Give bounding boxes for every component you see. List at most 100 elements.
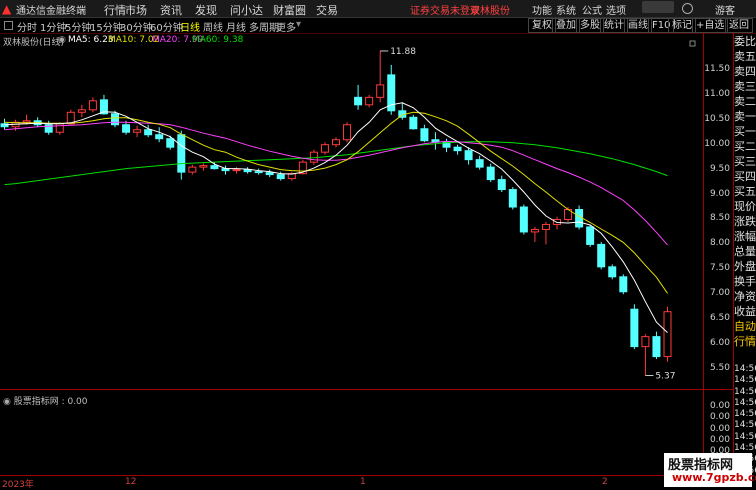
price-tick: 6.50	[709, 313, 730, 324]
candle-body	[199, 165, 208, 168]
candle-body	[88, 100, 97, 111]
candle-body	[122, 124, 131, 133]
kline-chart[interactable]: 11.88 5.37	[0, 0, 756, 487]
quote-panel-label: 卖二	[734, 95, 756, 108]
price-tick: 11.00	[704, 88, 730, 99]
candle-body	[630, 308, 639, 348]
candle-body	[641, 336, 650, 348]
indicator-tick: 0.00	[709, 401, 730, 411]
price-tick: 8.00	[709, 238, 730, 249]
candle-body	[497, 179, 506, 191]
candle-body	[608, 266, 617, 278]
quote-panel-label: 涨跌	[734, 215, 756, 228]
x-tick-2023: 2023年	[2, 480, 34, 490]
ma60-line	[4, 141, 668, 186]
candle-body	[541, 223, 550, 230]
candle-body	[376, 84, 385, 98]
quote-panel-label: 行情	[734, 335, 756, 348]
candle-body	[663, 311, 672, 358]
candle-body	[254, 171, 263, 174]
candle-body	[409, 116, 418, 130]
quote-panel-label: 卖四	[734, 65, 756, 78]
candle-body	[354, 96, 363, 106]
price-tick: 10.50	[704, 113, 730, 124]
price-tick: 9.00	[709, 188, 730, 199]
quote-panel-label: 现价	[734, 200, 756, 213]
candle-body	[22, 120, 31, 123]
x-tick-1: 1	[360, 477, 366, 487]
candle-body	[486, 166, 495, 181]
quote-panel-label: 买三	[734, 155, 756, 168]
quote-panel-label: 买一	[734, 125, 756, 138]
quote-panel-label: 卖五	[734, 50, 756, 63]
quote-panel-label: 买五	[734, 185, 756, 198]
candle-body	[586, 226, 595, 245]
candle-body	[188, 166, 197, 173]
quote-panel-label: 卖一	[734, 110, 756, 123]
tick-time: 14:56	[734, 375, 756, 386]
quote-panel-label: 涨幅	[734, 230, 756, 243]
watermark-line2: www.7gpzb.com	[672, 471, 756, 484]
candle-body	[530, 228, 539, 233]
indicator-tick: 0.00	[709, 434, 730, 445]
indicator-tick: 0.00	[709, 423, 730, 434]
price-tick: 7.50	[709, 263, 730, 274]
candle-body	[365, 96, 374, 106]
maximize-icon[interactable]	[689, 40, 696, 47]
candle-body	[77, 109, 86, 113]
candle-body	[144, 129, 153, 136]
price-tick: 7.00	[709, 288, 730, 299]
x-tick-2: 2	[602, 477, 608, 487]
quote-panel: 委比卖五卖四卖三卖二卖一买一买二买三买四买五现价涨跌涨幅总量外盘换手净资收益自动…	[734, 34, 756, 364]
candle-body	[420, 128, 429, 142]
candle-body	[343, 124, 352, 141]
price-tick: 11.50	[704, 63, 730, 74]
quote-panel-label: 换手	[734, 275, 756, 288]
candle-body	[464, 150, 473, 161]
candle-body	[453, 146, 462, 152]
price-tick: 5.50	[709, 363, 730, 374]
quote-panel-label: 买二	[734, 140, 756, 153]
quote-panel-label: 总量	[734, 245, 756, 258]
candle-body	[619, 276, 628, 293]
candle-body	[111, 113, 119, 126]
candle-body	[332, 139, 340, 146]
x-tick-12: 12	[125, 477, 137, 487]
price-tick: 8.50	[709, 213, 730, 224]
tick-time: 14:56	[734, 397, 756, 408]
quote-panel-label: 委比	[734, 35, 756, 48]
watermark-logo: 股票指标网 www.7gpzb.com	[664, 453, 756, 487]
candle-body	[133, 129, 142, 133]
tick-time: 14:56	[734, 386, 756, 397]
candle-body	[519, 206, 528, 233]
candle-body	[155, 134, 164, 140]
tick-time: 14:56	[734, 364, 756, 374]
candle-body	[55, 123, 64, 133]
high-price-label: 11.88	[390, 47, 416, 57]
quote-panel-label: 收益	[734, 305, 756, 318]
candle-body	[166, 138, 175, 148]
candle-body	[210, 165, 219, 170]
candle-body	[320, 144, 329, 153]
indicator-label: ◉ 股票指标网 : 0.00	[3, 397, 88, 407]
quote-panel-label: 外盘	[734, 260, 756, 273]
candle-body	[265, 172, 274, 176]
price-tick: 6.00	[709, 338, 730, 349]
indicator-tick: 0.00	[709, 412, 730, 423]
quote-panel-label: 买四	[734, 170, 756, 183]
indicator-settings-icon[interactable]: ◉	[3, 397, 14, 407]
candle-body	[475, 159, 484, 168]
quote-panel-label: 自动	[734, 320, 756, 333]
price-tick: 10.00	[704, 138, 730, 149]
candles-group	[0, 50, 672, 376]
tick-time: 14:56	[734, 420, 756, 431]
price-tick: 9.50	[709, 163, 730, 174]
quote-panel-label: 净资	[734, 290, 756, 303]
candle-body	[177, 134, 186, 173]
candle-body	[597, 243, 606, 268]
quote-panel-label: 卖三	[734, 80, 756, 93]
low-price-label: 5.37	[655, 372, 675, 382]
tick-time: 14:56	[734, 409, 756, 420]
candle-body	[232, 169, 241, 172]
tick-time: 14:56	[734, 431, 756, 442]
